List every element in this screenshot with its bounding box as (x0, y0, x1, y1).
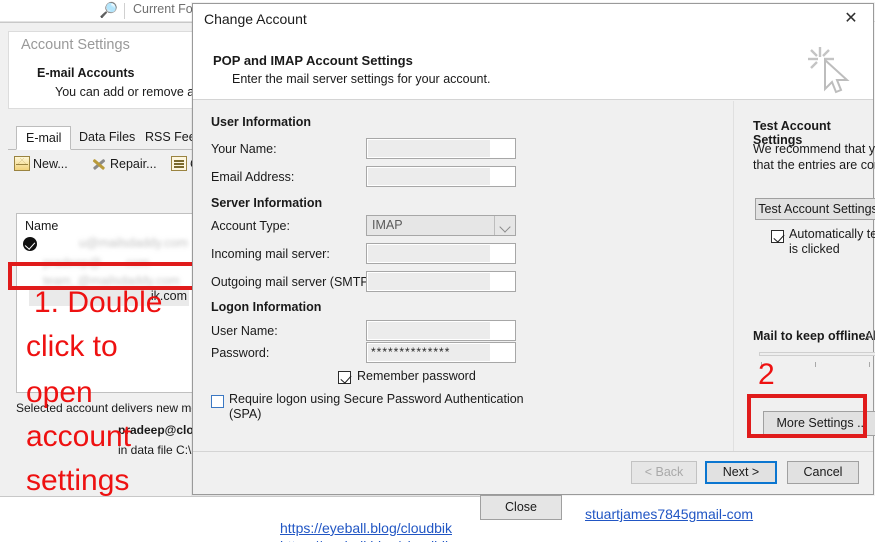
mail-offline-label: Mail to keep offline: (753, 329, 870, 343)
new-account-label: New... (33, 156, 68, 171)
slider-tick (815, 362, 816, 367)
new-account-icon (14, 156, 30, 171)
account-type-label: Account Type: (211, 219, 290, 233)
password-label: Password: (211, 346, 270, 360)
back-button[interactable]: < Back (631, 461, 697, 484)
remember-password-label[interactable]: Remember password (357, 369, 476, 383)
auto-test-checkbox[interactable] (771, 230, 784, 243)
annotation-step1-line1: 1. Double (34, 286, 163, 319)
dialog-titlebar[interactable]: Change Account ✕ (193, 4, 873, 34)
new-account-button[interactable]: New... (14, 156, 68, 171)
require-spa-checkbox[interactable] (211, 395, 224, 408)
annotation-step1-line2: click to (26, 330, 118, 363)
next-button[interactable]: Next > (705, 461, 777, 484)
test-account-settings-description: We recommend that you test your account … (753, 142, 875, 172)
mail-offline-slider[interactable] (759, 352, 875, 356)
screen: 🔍 Current Folder Reply Reply All Forward… (0, 0, 875, 542)
dialog-heading: POP and IMAP Account Settings (213, 53, 413, 68)
incoming-mail-server-label: Incoming mail server: (211, 247, 330, 261)
section-logon-information: Logon Information (211, 300, 322, 314)
repair-label: Repair... (110, 156, 157, 171)
account-settings-close-button[interactable]: Close (480, 495, 562, 520)
test-account-settings-button[interactable]: Test Account Settings ... (755, 198, 875, 220)
incoming-mail-server-input[interactable] (366, 243, 516, 264)
password-input[interactable]: ************** (366, 342, 516, 363)
chevron-down-icon[interactable] (494, 216, 515, 235)
account-list-column-name: Name (25, 219, 59, 233)
list-item[interactable]: u@mailsdaddy.com (79, 236, 188, 250)
email-address-label: Email Address: (211, 170, 295, 184)
tab-email[interactable]: E-mail (16, 126, 72, 150)
link-eyeball-blog-2[interactable]: https://eyeball.blog/cloudbik (280, 538, 452, 542)
auto-test-label[interactable]: Automatically test account settings when… (789, 227, 875, 257)
your-name-input[interactable] (366, 138, 516, 159)
link-eyeball-blog-1[interactable]: https://eyeball.blog/cloudbik (280, 520, 452, 536)
annotation-step1-line4: account (26, 420, 132, 453)
outgoing-mail-server-input[interactable] (366, 271, 516, 292)
email-accounts-heading: E-mail Accounts (37, 66, 135, 80)
repair-icon (91, 156, 107, 171)
tab-data-files[interactable]: Data Files (70, 126, 144, 150)
annotation-step1-line5: settings (26, 464, 130, 497)
mail-offline-value: All (865, 329, 875, 343)
search-icon[interactable]: 🔍 (99, 2, 118, 20)
dialog-title: Change Account (204, 11, 307, 27)
link-stuartjames[interactable]: stuartjames7845gmail-com (585, 506, 753, 522)
outgoing-mail-server-label: Outgoing mail server (SMTP): (211, 275, 377, 289)
user-name-input[interactable] (366, 320, 516, 341)
cancel-button[interactable]: Cancel (787, 461, 859, 484)
close-icon[interactable]: ✕ (835, 8, 867, 30)
section-server-information: Server Information (211, 196, 323, 210)
annotation-box-step2 (747, 394, 867, 438)
slider-tick (869, 362, 870, 367)
require-spa-label[interactable]: Require logon using Secure Password Auth… (229, 392, 529, 422)
ribbon-divider (124, 3, 125, 19)
your-name-label: Your Name: (211, 142, 277, 156)
change-icon (171, 156, 187, 171)
default-account-check-icon (23, 237, 37, 251)
bottom-links: stuartjames7845gmail-com https://eyeball… (0, 500, 875, 542)
annotation-step2-label: 2 (758, 358, 775, 391)
section-user-information: User Information (211, 115, 312, 129)
dialog-footer: < Back Next > Cancel (193, 451, 873, 494)
annotation-step1-line3: open (26, 376, 93, 409)
account-type-select[interactable]: IMAP (366, 215, 516, 236)
repair-button[interactable]: Repair... (91, 156, 157, 171)
account-settings-title: Account Settings (21, 37, 130, 53)
dialog-header: POP and IMAP Account Settings Enter the … (193, 34, 873, 100)
panel-divider (733, 101, 734, 453)
user-name-label: User Name: (211, 324, 278, 338)
remember-password-checkbox[interactable] (338, 371, 351, 384)
password-value: ************** (371, 345, 451, 359)
account-type-value: IMAP (372, 218, 403, 232)
dialog-subheading: Enter the mail server settings for your … (232, 72, 491, 86)
email-address-input[interactable] (366, 166, 516, 187)
cursor-sparkle-icon (804, 44, 856, 96)
